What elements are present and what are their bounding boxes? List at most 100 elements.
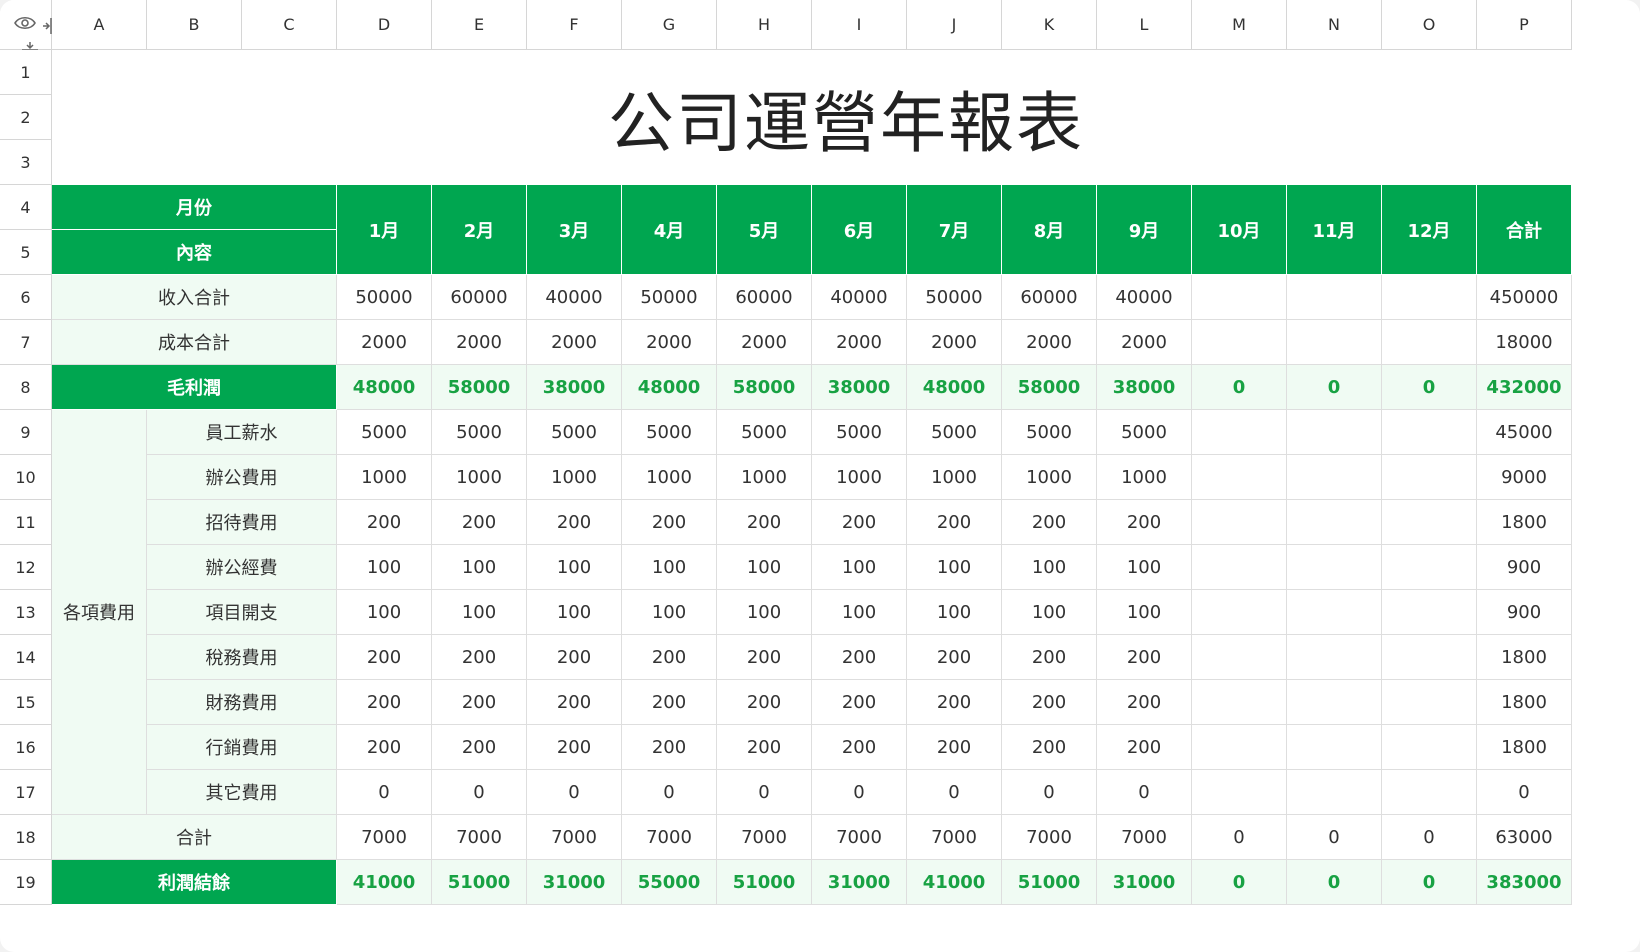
cell-expenses-7-m7[interactable]: 200: [907, 725, 1002, 770]
cell-expenses-6-m1[interactable]: 200: [337, 680, 432, 725]
cell-expenses-7-total[interactable]: 1800: [1477, 725, 1572, 770]
cell-expenses-3-total[interactable]: 900: [1477, 545, 1572, 590]
cell-expenses-3-m4[interactable]: 100: [622, 545, 717, 590]
column-header-M[interactable]: M: [1192, 0, 1287, 50]
cell-gross-m12[interactable]: 0: [1382, 365, 1477, 410]
cell-expenses-6-m6[interactable]: 200: [812, 680, 907, 725]
cell-expenses-5-m5[interactable]: 200: [717, 635, 812, 680]
cell-expenses-7-m5[interactable]: 200: [717, 725, 812, 770]
row-header-11[interactable]: 11: [0, 500, 52, 545]
cell-expenses-2-m11[interactable]: [1287, 500, 1382, 545]
cell-profit-m5[interactable]: 51000: [717, 860, 812, 905]
cell-gross-m11[interactable]: 0: [1287, 365, 1382, 410]
cell-cost-m7[interactable]: 2000: [907, 320, 1002, 365]
cell-expenses-7-m1[interactable]: 200: [337, 725, 432, 770]
cell-expenses-1-m8[interactable]: 1000: [1002, 455, 1097, 500]
cell-expenses-4-m9[interactable]: 100: [1097, 590, 1192, 635]
column-header-G[interactable]: G: [622, 0, 717, 50]
cell-gross-total[interactable]: 432000: [1477, 365, 1572, 410]
column-header-J[interactable]: J: [907, 0, 1002, 50]
cell-expense_total-m7[interactable]: 7000: [907, 815, 1002, 860]
cell-expenses-2-m7[interactable]: 200: [907, 500, 1002, 545]
cell-expenses-6-m5[interactable]: 200: [717, 680, 812, 725]
cell-cost-m10[interactable]: [1192, 320, 1287, 365]
cell-expenses-6-m7[interactable]: 200: [907, 680, 1002, 725]
cell-expenses-1-m11[interactable]: [1287, 455, 1382, 500]
column-header-K[interactable]: K: [1002, 0, 1097, 50]
cell-expenses-7-m11[interactable]: [1287, 725, 1382, 770]
row-label-expenses-6[interactable]: 財務費用: [147, 680, 337, 725]
cell-expenses-6-total[interactable]: 1800: [1477, 680, 1572, 725]
cell-expenses-7-m4[interactable]: 200: [622, 725, 717, 770]
cell-expenses-0-m2[interactable]: 5000: [432, 410, 527, 455]
row-header-10[interactable]: 10: [0, 455, 52, 500]
cell-expenses-5-m4[interactable]: 200: [622, 635, 717, 680]
cell-expenses-0-m7[interactable]: 5000: [907, 410, 1002, 455]
cell-expenses-7-m12[interactable]: [1382, 725, 1477, 770]
cell-expenses-6-m9[interactable]: 200: [1097, 680, 1192, 725]
column-header-C[interactable]: C: [242, 0, 337, 50]
cell-cost-m11[interactable]: [1287, 320, 1382, 365]
cell-expenses-6-m4[interactable]: 200: [622, 680, 717, 725]
cell-expenses-1-m5[interactable]: 1000: [717, 455, 812, 500]
cell-expenses-1-m3[interactable]: 1000: [527, 455, 622, 500]
cell-expenses-4-m10[interactable]: [1192, 590, 1287, 635]
cell-profit-m10[interactable]: 0: [1192, 860, 1287, 905]
column-header-L[interactable]: L: [1097, 0, 1192, 50]
cell-profit-m2[interactable]: 51000: [432, 860, 527, 905]
cell-cost-m4[interactable]: 2000: [622, 320, 717, 365]
expenses-group-label[interactable]: 各項費用: [52, 410, 147, 815]
row-label-expenses-8[interactable]: 其它費用: [147, 770, 337, 815]
cell-expenses-3-m9[interactable]: 100: [1097, 545, 1192, 590]
cell-income-m2[interactable]: 60000: [432, 275, 527, 320]
cell-profit-total[interactable]: 383000: [1477, 860, 1572, 905]
cell-profit-m9[interactable]: 31000: [1097, 860, 1192, 905]
cell-expenses-3-m5[interactable]: 100: [717, 545, 812, 590]
cell-cost-m9[interactable]: 2000: [1097, 320, 1192, 365]
cell-expenses-5-m8[interactable]: 200: [1002, 635, 1097, 680]
cell-expenses-1-total[interactable]: 9000: [1477, 455, 1572, 500]
cell-cost-m3[interactable]: 2000: [527, 320, 622, 365]
cell-expenses-2-total[interactable]: 1800: [1477, 500, 1572, 545]
row-label-profit[interactable]: 利潤結餘: [52, 860, 337, 905]
cell-expenses-5-m2[interactable]: 200: [432, 635, 527, 680]
row-header-8[interactable]: 8: [0, 365, 52, 410]
cell-income-m5[interactable]: 60000: [717, 275, 812, 320]
cell-expenses-1-m10[interactable]: [1192, 455, 1287, 500]
column-header-O[interactable]: O: [1382, 0, 1477, 50]
cell-income-m11[interactable]: [1287, 275, 1382, 320]
cell-expenses-2-m10[interactable]: [1192, 500, 1287, 545]
cell-expenses-5-m7[interactable]: 200: [907, 635, 1002, 680]
row-header-4[interactable]: 4: [0, 185, 52, 230]
row-header-17[interactable]: 17: [0, 770, 52, 815]
cell-gross-m10[interactable]: 0: [1192, 365, 1287, 410]
cell-expenses-7-m8[interactable]: 200: [1002, 725, 1097, 770]
cell-expenses-6-m11[interactable]: [1287, 680, 1382, 725]
row-label-expenses-7[interactable]: 行銷費用: [147, 725, 337, 770]
cell-expenses-6-m8[interactable]: 200: [1002, 680, 1097, 725]
cell-expenses-0-m5[interactable]: 5000: [717, 410, 812, 455]
cell-expenses-3-m3[interactable]: 100: [527, 545, 622, 590]
cell-expenses-5-m9[interactable]: 200: [1097, 635, 1192, 680]
cell-expenses-0-m6[interactable]: 5000: [812, 410, 907, 455]
row-header-15[interactable]: 15: [0, 680, 52, 725]
cell-expenses-3-m7[interactable]: 100: [907, 545, 1002, 590]
cell-gross-m3[interactable]: 38000: [527, 365, 622, 410]
cell-expenses-8-m3[interactable]: 0: [527, 770, 622, 815]
cell-expenses-7-m2[interactable]: 200: [432, 725, 527, 770]
cell-expenses-8-m4[interactable]: 0: [622, 770, 717, 815]
cell-expense_total-m8[interactable]: 7000: [1002, 815, 1097, 860]
row-label-gross[interactable]: 毛利潤: [52, 365, 337, 410]
column-header-F[interactable]: F: [527, 0, 622, 50]
cell-expenses-4-m1[interactable]: 100: [337, 590, 432, 635]
cell-expenses-8-m5[interactable]: 0: [717, 770, 812, 815]
cell-expenses-3-m12[interactable]: [1382, 545, 1477, 590]
cell-expenses-7-m10[interactable]: [1192, 725, 1287, 770]
cell-expenses-3-m11[interactable]: [1287, 545, 1382, 590]
cell-expenses-0-m4[interactable]: 5000: [622, 410, 717, 455]
cell-income-m12[interactable]: [1382, 275, 1477, 320]
cell-expenses-4-total[interactable]: 900: [1477, 590, 1572, 635]
cell-expenses-3-m6[interactable]: 100: [812, 545, 907, 590]
cell-gross-m9[interactable]: 38000: [1097, 365, 1192, 410]
cell-gross-m4[interactable]: 48000: [622, 365, 717, 410]
